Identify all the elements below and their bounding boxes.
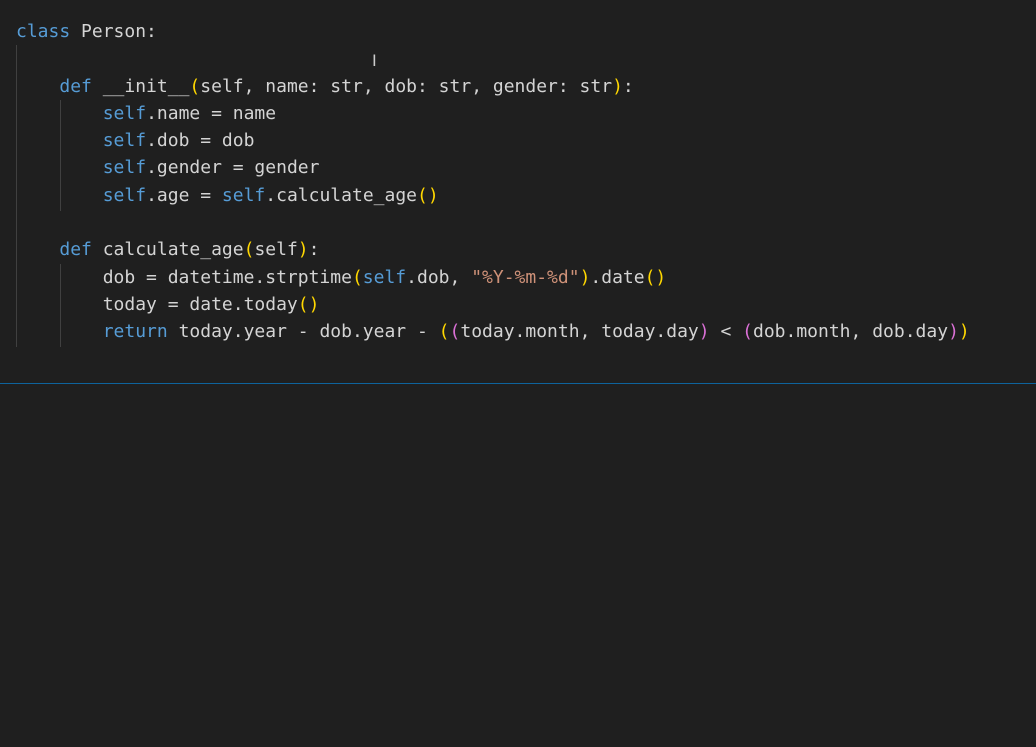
code-token: self <box>102 130 147 152</box>
code-token: "%Y-%m-%d" <box>471 266 580 288</box>
code-token: ( <box>742 321 753 343</box>
code-token: ) <box>948 321 959 343</box>
code-line[interactable]: dob = datetime.strptime(self.dob, "%Y-%m… <box>16 264 970 291</box>
code-token: ) <box>579 266 591 288</box>
code-token: () <box>297 293 320 315</box>
code-token: self <box>102 157 147 179</box>
code-line[interactable]: self.gender = gender <box>16 154 970 181</box>
code-token: ) <box>698 321 710 343</box>
code-token: def <box>59 75 92 97</box>
code-token: () <box>644 266 667 288</box>
code-token: () <box>417 184 439 206</box>
code-line[interactable] <box>16 209 970 236</box>
code-token: today.month, today.day <box>460 321 699 343</box>
code-token: < <box>709 321 743 343</box>
empty-panel <box>0 384 1036 747</box>
code-token: self <box>102 102 147 124</box>
code-token: self <box>102 184 147 206</box>
code-line[interactable]: today = date.today() <box>16 291 970 318</box>
code-line[interactable]: class Person: <box>16 18 970 45</box>
code-token: self <box>362 266 407 288</box>
code-token: today.year - dob.year - <box>167 321 439 343</box>
code-token: class <box>16 21 71 42</box>
code-token: calculate_age <box>91 239 244 261</box>
code-token: ( <box>351 266 363 288</box>
code-token: .dob = dob <box>146 130 255 152</box>
code-line[interactable] <box>16 45 970 72</box>
code-token: : <box>622 75 634 97</box>
code-token: .age = <box>146 184 222 206</box>
code-line[interactable]: self.dob = dob <box>16 127 970 154</box>
code-token: Person: <box>70 21 157 42</box>
code-line[interactable]: return today.year - dob.year - ((today.m… <box>16 318 970 345</box>
code-token: dob = datetime.strptime <box>16 266 352 288</box>
code-token: : <box>308 239 320 261</box>
code-line[interactable]: def calculate_age(self): <box>16 236 970 263</box>
code-token: .calculate_age <box>265 184 417 206</box>
code-token: ) <box>612 75 623 97</box>
code-token: self, name: str, dob: str, gender: str <box>200 75 613 97</box>
code-token: today = date.today <box>16 293 298 315</box>
code-token: return <box>102 321 168 343</box>
code-text[interactable]: class Person: def __init__(self, name: s… <box>16 18 970 346</box>
code-token: self <box>221 184 266 206</box>
code-token: ( <box>449 321 461 343</box>
code-token: self <box>254 239 298 261</box>
code-line[interactable]: self.name = name <box>16 100 970 127</box>
code-editor[interactable]: class Person: def __init__(self, name: s… <box>0 0 1036 384</box>
code-token: dob.month, dob.day <box>752 321 949 343</box>
code-token: ( <box>438 321 450 343</box>
code-line[interactable]: self.age = self.calculate_age() <box>16 182 970 209</box>
code-line[interactable]: def __init__(self, name: str, dob: str, … <box>16 73 970 100</box>
code-token: ) <box>958 321 970 343</box>
code-token: ( <box>243 239 255 261</box>
code-token: .dob, <box>406 266 472 288</box>
code-token: .name = name <box>146 102 277 124</box>
code-token: .date <box>590 266 645 288</box>
code-token: __init__ <box>91 75 190 97</box>
code-token: ( <box>189 75 201 97</box>
text-cursor-icon: I <box>372 51 377 70</box>
code-token: def <box>59 239 92 261</box>
code-token: ) <box>297 239 309 261</box>
code-token: .gender = gender <box>146 157 320 179</box>
